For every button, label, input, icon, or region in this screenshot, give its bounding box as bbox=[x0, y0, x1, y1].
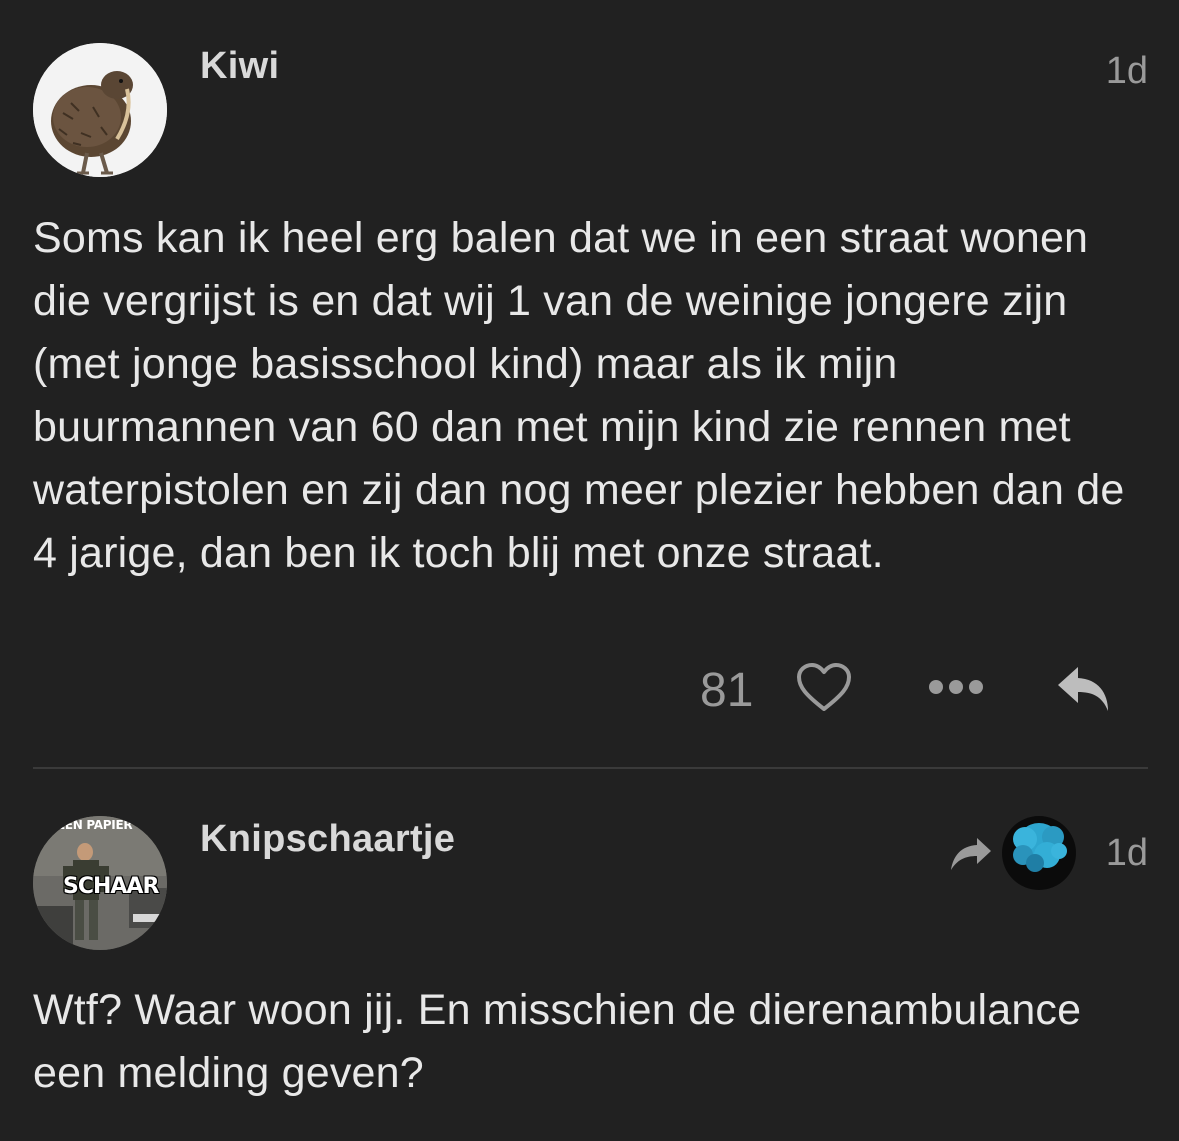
post-body: Soms kan ik heel erg balen dat we in een… bbox=[33, 214, 1125, 577]
reply-to-avatar[interactable] bbox=[1001, 815, 1077, 896]
avatar-knipschaartje[interactable]: EEN PAPIER SCHAAR bbox=[33, 816, 167, 950]
username[interactable]: Kiwi bbox=[200, 45, 279, 88]
post-actions: 81 bbox=[0, 655, 1179, 725]
avatar-kiwi[interactable] bbox=[33, 43, 167, 177]
username[interactable]: Knipschaartje bbox=[200, 818, 455, 861]
avatar-caption-top: EEN PAPIER bbox=[57, 818, 133, 832]
post-divider bbox=[33, 767, 1148, 769]
ellipsis-icon[interactable] bbox=[928, 679, 984, 700]
avatar-caption-main: SCHAAR bbox=[63, 874, 159, 899]
post-body: Wtf? Waar woon jij. En misschien de dier… bbox=[33, 986, 1082, 1097]
reply-arrow-icon[interactable] bbox=[1056, 665, 1112, 718]
timestamp: 1d bbox=[1105, 50, 1148, 92]
share-arrow-icon bbox=[949, 836, 993, 877]
heart-outline-icon[interactable] bbox=[796, 663, 852, 718]
kiwi-bird-icon bbox=[33, 43, 167, 177]
like-count[interactable]: 81 bbox=[700, 663, 753, 718]
timestamp: 1d bbox=[1105, 832, 1148, 874]
